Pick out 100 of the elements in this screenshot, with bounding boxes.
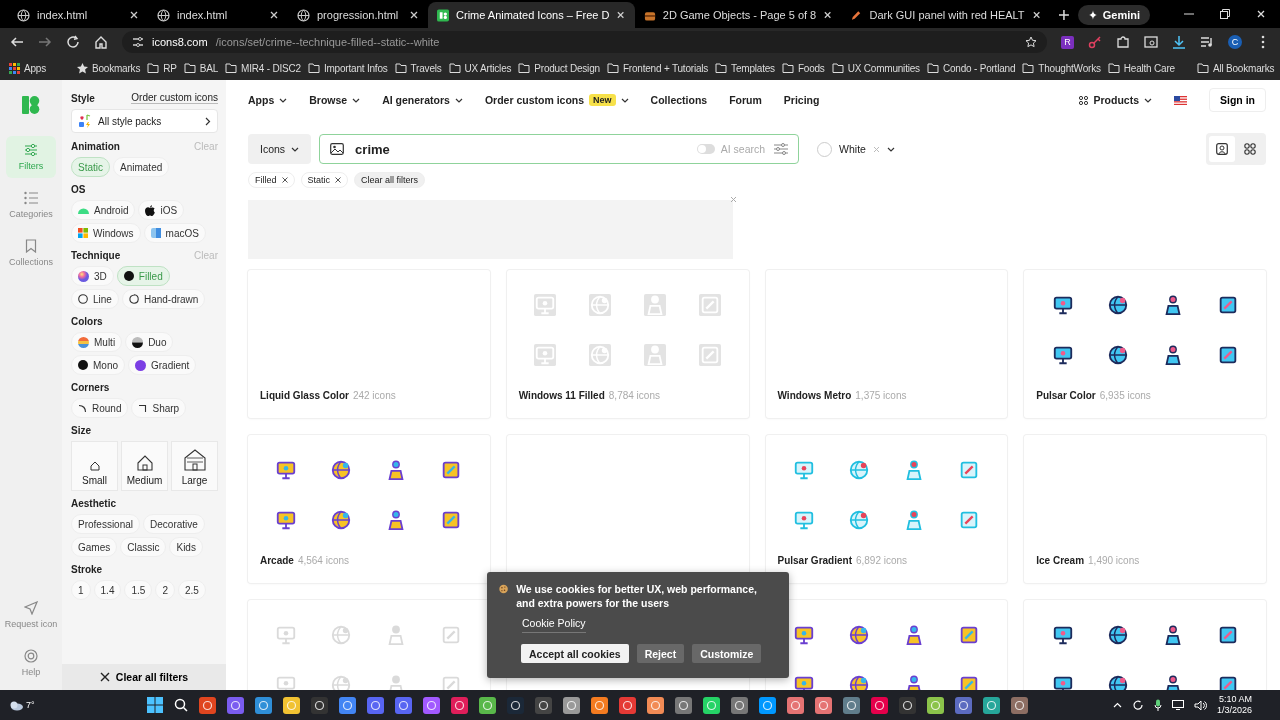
media-icon[interactable] xyxy=(1200,35,1214,49)
app-icon[interactable] xyxy=(898,696,916,714)
cookie-button[interactable]: Accept all cookies xyxy=(521,644,629,663)
network-icon[interactable] xyxy=(1171,700,1184,710)
app-icon[interactable] xyxy=(1010,696,1028,714)
address-bar[interactable]: icons8.com /icons/set/crime--technique-filled--static--white xyxy=(122,31,1047,53)
sync-icon[interactable] xyxy=(1131,699,1144,711)
back-icon[interactable] xyxy=(10,35,24,49)
clock[interactable]: 5:10 AM 1/3/2026 xyxy=(1216,694,1252,716)
clear-filters-button[interactable]: Clear all filters xyxy=(354,172,426,188)
browser-tab[interactable]: Dark GUI panel with red HEALT xyxy=(841,2,1050,28)
windows-icon[interactable] xyxy=(146,697,163,713)
filter-chip[interactable]: 2 xyxy=(155,580,175,600)
filter-chip[interactable]: Windows xyxy=(71,223,141,243)
home-icon[interactable] xyxy=(94,35,108,49)
clear-all-button[interactable]: Clear all filters xyxy=(62,664,226,690)
filter-chip[interactable]: Line xyxy=(71,289,119,309)
app-icon[interactable] xyxy=(366,696,384,714)
close-icon[interactable] xyxy=(281,177,288,183)
app-icon[interactable] xyxy=(198,696,216,714)
icon-pack-card[interactable]: Windows 11 Filled 8,784 icons xyxy=(506,270,749,418)
bookmark[interactable]: BAL xyxy=(180,62,222,74)
color-picker[interactable]: White xyxy=(817,141,895,157)
filter-tag[interactable]: Filled xyxy=(248,172,295,188)
filter-tag[interactable]: Static xyxy=(300,172,349,188)
reload-icon[interactable] xyxy=(66,35,80,49)
filter-chip[interactable]: Decorative xyxy=(143,514,205,534)
order-link[interactable]: Order custom icons xyxy=(131,92,218,104)
nav-link[interactable]: Order custom icons New xyxy=(484,94,629,106)
chevron-up-icon[interactable] xyxy=(1112,702,1122,708)
filter-chip[interactable]: Android xyxy=(71,200,136,220)
cookie-button[interactable]: Customize xyxy=(692,644,762,663)
sliders-icon[interactable] xyxy=(774,143,789,155)
app-icon[interactable] xyxy=(562,696,580,714)
app-icon[interactable] xyxy=(310,696,328,714)
filter-chip[interactable]: 1.4 xyxy=(93,580,122,600)
filter-chip[interactable]: Gradient xyxy=(128,355,197,375)
app-icon[interactable] xyxy=(758,696,776,714)
bookmark[interactable]: RP xyxy=(144,62,180,74)
filter-chip[interactable]: Duo xyxy=(125,332,174,352)
nav-link[interactable]: Pricing xyxy=(783,94,820,106)
nav-link[interactable]: Collections xyxy=(650,94,708,106)
size-option[interactable]: Medium xyxy=(121,441,168,491)
bookmark[interactable]: Foods xyxy=(778,62,828,74)
filter-chip[interactable]: iOS xyxy=(138,200,185,220)
app-icon[interactable] xyxy=(870,696,888,714)
app-icon[interactable] xyxy=(618,696,636,714)
app-icon[interactable] xyxy=(730,696,748,714)
filter-chip[interactable]: 2.5 xyxy=(177,580,206,600)
size-option[interactable]: Large xyxy=(171,441,218,491)
bookmark[interactable]: UX Articles xyxy=(445,62,515,74)
bookmark[interactable]: Product Design xyxy=(515,62,603,74)
bookmark[interactable]: UX Communities xyxy=(828,62,923,74)
app-icon[interactable] xyxy=(506,696,524,714)
icon-pack-card[interactable]: Arcade 4,564 icons xyxy=(248,435,490,583)
nav-link[interactable]: AI generators xyxy=(382,94,463,106)
key-icon[interactable] xyxy=(1088,35,1102,49)
app-icon[interactable] xyxy=(394,696,412,714)
nav-link[interactable]: Apps xyxy=(248,94,288,106)
bookmark[interactable]: Important Infos xyxy=(304,62,391,74)
cookie-button[interactable]: Reject xyxy=(636,644,685,663)
browser-tab[interactable]: Crime Animated Icons – Free D xyxy=(428,2,635,28)
nav-link[interactable]: Forum xyxy=(729,94,762,106)
bookmark[interactable]: Condo - Portland xyxy=(923,62,1019,74)
star-icon[interactable] xyxy=(1025,36,1037,48)
products-menu[interactable]: Products xyxy=(1079,94,1152,106)
cookie-policy-link[interactable]: Cookie Policy xyxy=(522,617,586,633)
sign-in-button[interactable]: Sign in xyxy=(1209,88,1266,112)
app-icon[interactable] xyxy=(674,696,692,714)
filter-chip[interactable]: Round xyxy=(71,398,129,418)
app-icon[interactable] xyxy=(282,696,300,714)
app-icon[interactable] xyxy=(534,696,552,714)
icon-pack-card[interactable]: Pulsar Gradient 6,892 icons xyxy=(765,435,1008,583)
microphone-icon[interactable] xyxy=(1153,699,1162,711)
bookmark[interactable]: All Bookmarks xyxy=(1193,62,1278,74)
bookmark[interactable]: Health Care xyxy=(1104,62,1178,74)
search-tab-icon[interactable] xyxy=(1144,35,1158,49)
style-packs-button[interactable]: All style packs xyxy=(71,109,218,133)
bookmark[interactable]: Frontend + Tutorials xyxy=(603,62,712,74)
forward-icon[interactable] xyxy=(38,35,52,49)
filter-chip[interactable]: 1.5 xyxy=(124,580,153,600)
app-icon[interactable] xyxy=(786,696,804,714)
app-icon[interactable] xyxy=(646,696,664,714)
app-icon[interactable] xyxy=(338,696,356,714)
app-icon[interactable] xyxy=(226,696,244,714)
speaker-icon[interactable] xyxy=(1193,699,1207,711)
restore-icon[interactable] xyxy=(1220,9,1230,19)
app-icon[interactable] xyxy=(478,696,496,714)
browser-tab[interactable]: index.html xyxy=(8,2,148,28)
filter-chip[interactable]: Professional xyxy=(71,514,141,534)
view-toggle[interactable] xyxy=(1209,136,1235,162)
filter-chip[interactable]: Games xyxy=(71,537,118,557)
new-tab-icon[interactable] xyxy=(1057,9,1070,21)
bookmark[interactable]: Bookmarks xyxy=(74,62,144,74)
filter-chip[interactable]: Multi xyxy=(71,332,123,352)
profile-avatar[interactable]: C xyxy=(1228,35,1242,49)
flag-icon[interactable] xyxy=(1174,95,1187,105)
filter-chip[interactable]: Classic xyxy=(120,537,167,557)
app-icon[interactable] xyxy=(814,696,832,714)
app-icon[interactable] xyxy=(422,696,440,714)
